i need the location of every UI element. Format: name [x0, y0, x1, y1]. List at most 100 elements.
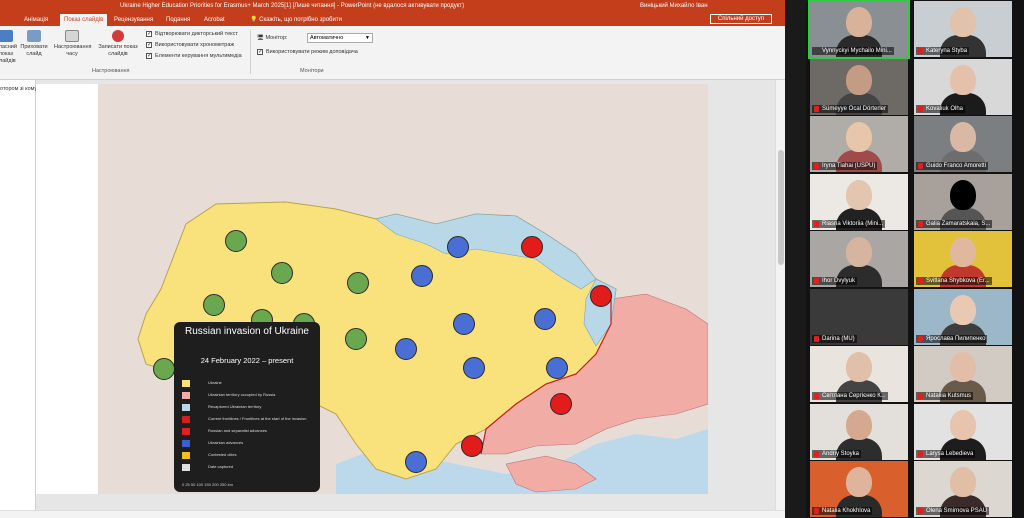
- green-city-marker: [345, 328, 367, 350]
- green-city-marker: [153, 358, 175, 380]
- participant-tile[interactable]: Olena Smirnova PSAU: [914, 461, 1012, 517]
- muted-mic-icon: [814, 278, 819, 284]
- muted-mic-icon: [814, 508, 819, 514]
- chevron-down-icon: ▼: [365, 35, 370, 41]
- muted-mic-icon: [814, 335, 819, 342]
- participant-tile[interactable]: Vynnyckyi Mychailo Mini...: [808, 0, 910, 59]
- scrollbar-thumb[interactable]: [778, 150, 784, 265]
- record-slideshow-button[interactable]: Записати показ слайдів: [96, 30, 140, 58]
- legend-swatch: [182, 392, 190, 399]
- map-legend: Russian invasion of Ukraine 24 February …: [174, 322, 320, 492]
- presenter-view-checkbox[interactable]: Використовувати режим доповідача: [257, 48, 358, 56]
- media-controls-checkbox[interactable]: Елементи керування мультимедіа: [146, 52, 242, 60]
- green-city-marker: [271, 262, 293, 284]
- legend-swatch: [182, 440, 190, 447]
- participant-tile[interactable]: Guido Franco Amoretti: [914, 116, 1012, 172]
- monitor-dropdown[interactable]: Автоматично ▼: [307, 33, 373, 43]
- blue-city-marker: [411, 265, 433, 287]
- screen: Ukraine Higher Education Priorities for …: [0, 0, 1024, 518]
- participant-tile[interactable]: Ярослава Пилипенко: [914, 288, 1012, 345]
- status-bar: [0, 510, 785, 518]
- muted-mic-icon: [814, 393, 819, 399]
- tab-slideshow[interactable]: Показ слайдів: [60, 14, 108, 26]
- participant-tile[interactable]: Nataliia Kutsmus: [914, 346, 1012, 402]
- tell-me-text: Скажіть, що потрібно зробити: [259, 17, 342, 23]
- lightbulb-icon: 💡: [250, 17, 260, 23]
- use-timings-checkbox[interactable]: Використовувати хронометраж: [146, 41, 234, 49]
- custom-show-button[interactable]: Власний показ слайдів: [0, 30, 18, 65]
- legend-swatch: [182, 380, 190, 387]
- hide-slide-icon: [27, 30, 41, 42]
- monitor-label-text: Монітор:: [265, 35, 288, 41]
- muted-mic-icon: [814, 105, 819, 112]
- checkbox-icon: [146, 41, 152, 49]
- participant-name: Sümeyye Öcal Dörterler: [812, 104, 889, 113]
- monitor-icon: 🖥: [257, 35, 266, 41]
- participant-tile[interactable]: Darina (MU): [810, 288, 908, 345]
- participant-head: [950, 237, 976, 267]
- play-narrations-label: Відтворювати дикторський текст: [155, 31, 238, 37]
- participant-tile[interactable]: Natalia Khokhlova: [810, 461, 908, 517]
- participant-tile[interactable]: Iryna Tiahai (USPU): [810, 116, 908, 172]
- group-monitors-label: Монітори: [300, 68, 324, 74]
- slide-thumbnail-panel[interactable]: [0, 80, 36, 510]
- participant-name: Natalia Khokhlova: [812, 507, 873, 515]
- participant-tile[interactable]: Sümeyye Öcal Dörterler: [810, 58, 908, 115]
- participant-head: [846, 467, 872, 497]
- participant-head: [846, 409, 872, 440]
- custom-show-label: Власний показ слайдів: [0, 44, 17, 64]
- participant-tile[interactable]: Riasna Viktoriia (Mini...: [810, 173, 908, 230]
- participant-tile[interactable]: Ihor Dvylyuk: [810, 231, 908, 287]
- participant-video-grid: Vynnyckyi Mychailo Mini... Kateryna Styba…: [806, 0, 1024, 518]
- legend-item-label: Russian and separatist advances: [208, 428, 267, 433]
- rehearse-timings-button[interactable]: Настроювання часу: [54, 30, 92, 58]
- tab-acrobat[interactable]: Acrobat: [200, 14, 229, 26]
- participant-tile[interactable]: Svitlana Shybkova (Er...: [914, 231, 1012, 287]
- muted-mic-icon: [918, 278, 923, 284]
- participant-name: Riasna Viktoriia (Mini...: [812, 219, 886, 228]
- muted-mic-icon: [918, 48, 923, 54]
- vertical-scrollbar[interactable]: [775, 80, 785, 518]
- monitor-label: 🖥 Монітор:: [257, 34, 288, 42]
- blue-city-marker: [453, 313, 475, 335]
- participant-tile[interactable]: Larysa Lebedieva: [914, 403, 1012, 460]
- ribbon: Власний показ слайдів Приховати слайд На…: [0, 26, 785, 80]
- muted-mic-icon: [918, 335, 923, 342]
- legend-swatch: [182, 464, 190, 471]
- legend-item-label: Current frontlines / Frontlines at the s…: [208, 416, 307, 421]
- participant-name: Guido Franco Amoretti: [916, 162, 989, 170]
- participant-head: [950, 294, 976, 325]
- participant-name: Olena Smirnova PSAU: [916, 507, 990, 515]
- legend-date: 24 February 2022 – present: [200, 356, 294, 365]
- monitor-value: Автоматично: [310, 35, 344, 41]
- hide-slide-button[interactable]: Приховати слайд: [20, 30, 48, 58]
- green-city-marker: [225, 230, 247, 252]
- participant-tile[interactable]: Galia Zamaratskaia, S...: [914, 173, 1012, 230]
- red-city-marker: [550, 393, 572, 415]
- muted-mic-icon: [814, 450, 819, 457]
- slide[interactable]: Russian invasion of Ukraine 24 February …: [36, 84, 708, 494]
- red-city-marker: [590, 285, 612, 307]
- participant-tile[interactable]: Kateryna Styba: [914, 1, 1012, 57]
- participant-head: [846, 7, 872, 37]
- muted-mic-icon: [918, 508, 923, 514]
- participant-head: [846, 237, 872, 267]
- participant-head: [846, 352, 872, 382]
- tab-animation[interactable]: Анімація: [20, 14, 52, 26]
- tab-review[interactable]: Рецензування: [110, 14, 157, 26]
- red-city-marker: [521, 236, 543, 258]
- legend-swatch: [182, 404, 190, 411]
- participant-name: Iryna Tiahai (USPU): [812, 162, 878, 170]
- legend-item-label: Ukraine: [208, 380, 222, 385]
- participant-tile[interactable]: Kovaliuk Olha: [914, 58, 1012, 115]
- share-button[interactable]: Спільний доступ: [710, 14, 772, 24]
- participant-tile[interactable]: Andriy Stoyka: [810, 403, 908, 460]
- blue-city-marker: [546, 357, 568, 379]
- tab-view[interactable]: Подання: [162, 14, 194, 26]
- checkbox-icon: [257, 48, 263, 56]
- blue-city-marker: [405, 451, 427, 473]
- blue-city-marker: [395, 338, 417, 360]
- tell-me-search[interactable]: 💡 Скажіть, що потрібно зробити: [250, 14, 342, 26]
- participant-tile[interactable]: Світлана Сергієнко К...: [810, 346, 908, 402]
- play-narrations-checkbox[interactable]: Відтворювати дикторський текст: [146, 30, 238, 38]
